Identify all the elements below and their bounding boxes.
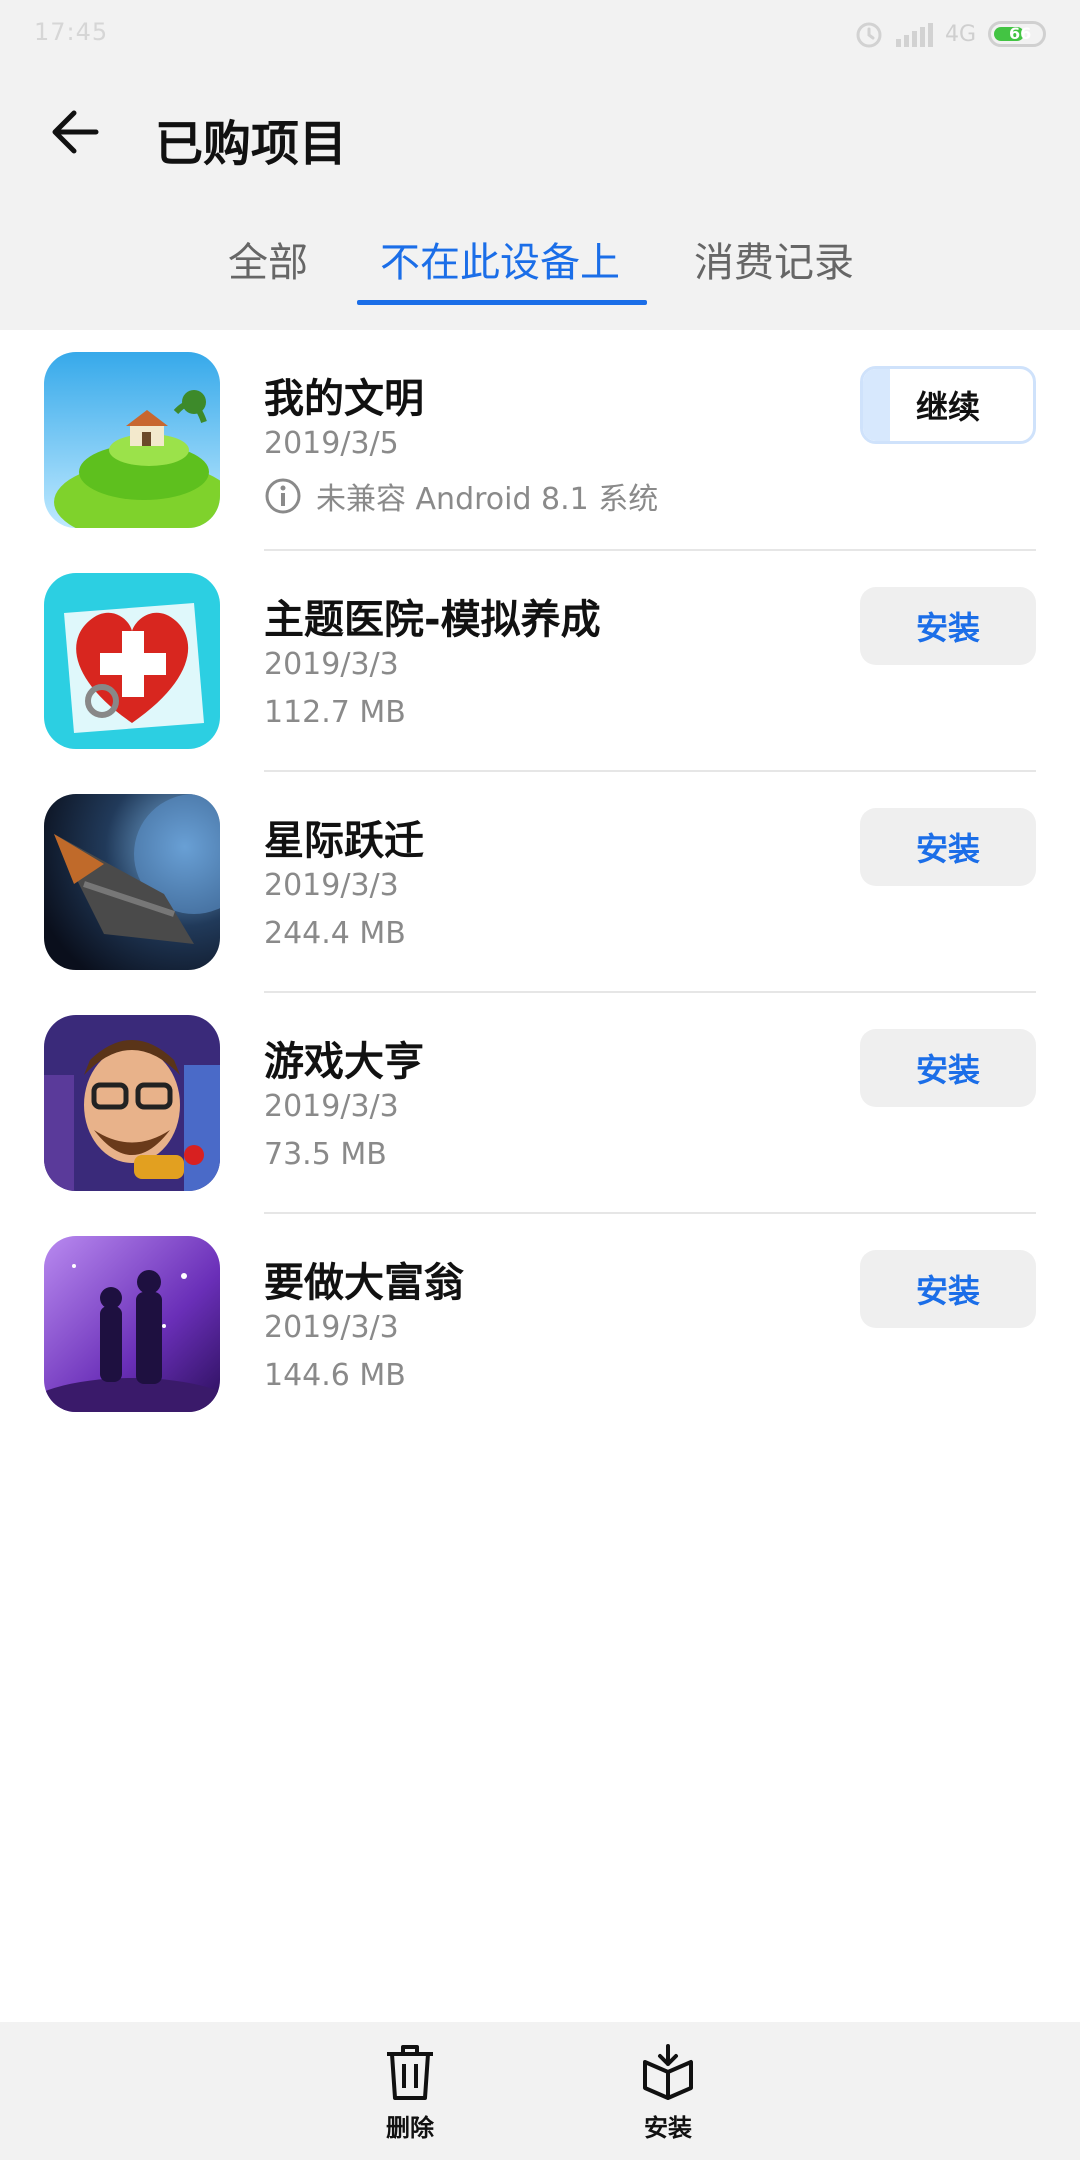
file-size: 144.6 MB: [264, 1358, 406, 1393]
app-icon-game-tycoon: [44, 1015, 220, 1191]
file-size: 244.4 MB: [264, 916, 406, 951]
tab-bar: 全部 不在此设备上 消费记录: [0, 230, 1080, 310]
back-arrow-icon[interactable]: [46, 104, 106, 160]
install-box-icon: [643, 2044, 693, 2100]
info-icon: [265, 478, 301, 514]
app-name: 星际跃迁: [264, 818, 424, 864]
list-item[interactable]: 我的文明 2019/3/5 未兼容 Android 8.1 系统 继续: [0, 330, 1080, 551]
install-label: 安装: [644, 2114, 692, 2142]
delete-label: 删除: [386, 2114, 434, 2142]
purchase-date: 2019/3/3: [264, 868, 399, 903]
status-time: 17:45: [34, 18, 109, 46]
purchase-date: 2019/3/3: [264, 1089, 399, 1124]
continue-label: 继续: [915, 388, 980, 426]
install-button[interactable]: 安装: [860, 808, 1036, 886]
alarm-icon: [856, 22, 882, 48]
purchase-date: 2019/3/5: [264, 426, 399, 461]
app-name: 我的文明: [264, 376, 424, 422]
app-icon-tycoon-dream: [44, 1236, 220, 1412]
file-size: 112.7 MB: [264, 695, 406, 730]
status-bar: 17:45 4G 66: [0, 0, 1080, 66]
continue-button[interactable]: 继续: [860, 366, 1036, 444]
app-icon-theme-hospital: [44, 573, 220, 749]
trash-icon: [387, 2045, 433, 2100]
bottom-action-bar: 删除 安装: [0, 2022, 1080, 2160]
purchase-date: 2019/3/3: [264, 1310, 399, 1345]
status-icons: 4G 66: [854, 14, 1046, 54]
app-icon-star-jump: [44, 794, 220, 970]
purchase-date: 2019/3/3: [264, 647, 399, 682]
install-button[interactable]: 安装: [860, 1250, 1036, 1328]
compat-warning: 未兼容 Android 8.1 系统: [264, 474, 658, 518]
app-name: 主题医院-模拟养成: [264, 597, 601, 643]
install-button[interactable]: 安装: [860, 587, 1036, 665]
list-item[interactable]: 要做大富翁 2019/3/3 144.6 MB 安装: [0, 1214, 1080, 1435]
list-item[interactable]: 主题医院-模拟养成 2019/3/3 112.7 MB 安装: [0, 551, 1080, 772]
tab-all[interactable]: 全部: [228, 230, 308, 288]
list-item[interactable]: 游戏大亨 2019/3/3 73.5 MB 安装: [0, 993, 1080, 1214]
network-type: 4G: [944, 21, 976, 47]
install-button[interactable]: 安装: [860, 1029, 1036, 1107]
app-name: 要做大富翁: [264, 1260, 464, 1306]
tab-purchase-records[interactable]: 消费记录: [694, 230, 854, 288]
app-bar: 已购项目: [0, 80, 1080, 184]
app-name: 游戏大亨: [264, 1039, 424, 1085]
download-progress: [863, 369, 891, 441]
battery-icon: 66: [988, 21, 1046, 47]
top-area: 17:45 4G 66 已购项目 全部 不在此设备上 消费记录: [0, 0, 1080, 330]
active-tab-indicator: [357, 300, 647, 305]
install-all-button[interactable]: 安装: [608, 2042, 728, 2143]
delete-button[interactable]: 删除: [350, 2042, 470, 2143]
signal-icon: [895, 21, 933, 47]
app-icon-civilization: [44, 352, 220, 528]
purchased-app-list: 我的文明 2019/3/5 未兼容 Android 8.1 系统 继续 主题医院…: [0, 330, 1080, 1435]
file-size: 73.5 MB: [264, 1137, 387, 1172]
tab-not-on-device[interactable]: 不在此设备上: [380, 230, 620, 288]
list-item[interactable]: 星际跃迁 2019/3/3 244.4 MB 安装: [0, 772, 1080, 993]
compat-text: 未兼容 Android 8.1 系统: [316, 482, 659, 517]
battery-level: 66: [1009, 24, 1032, 43]
page-title: 已购项目: [155, 116, 348, 172]
